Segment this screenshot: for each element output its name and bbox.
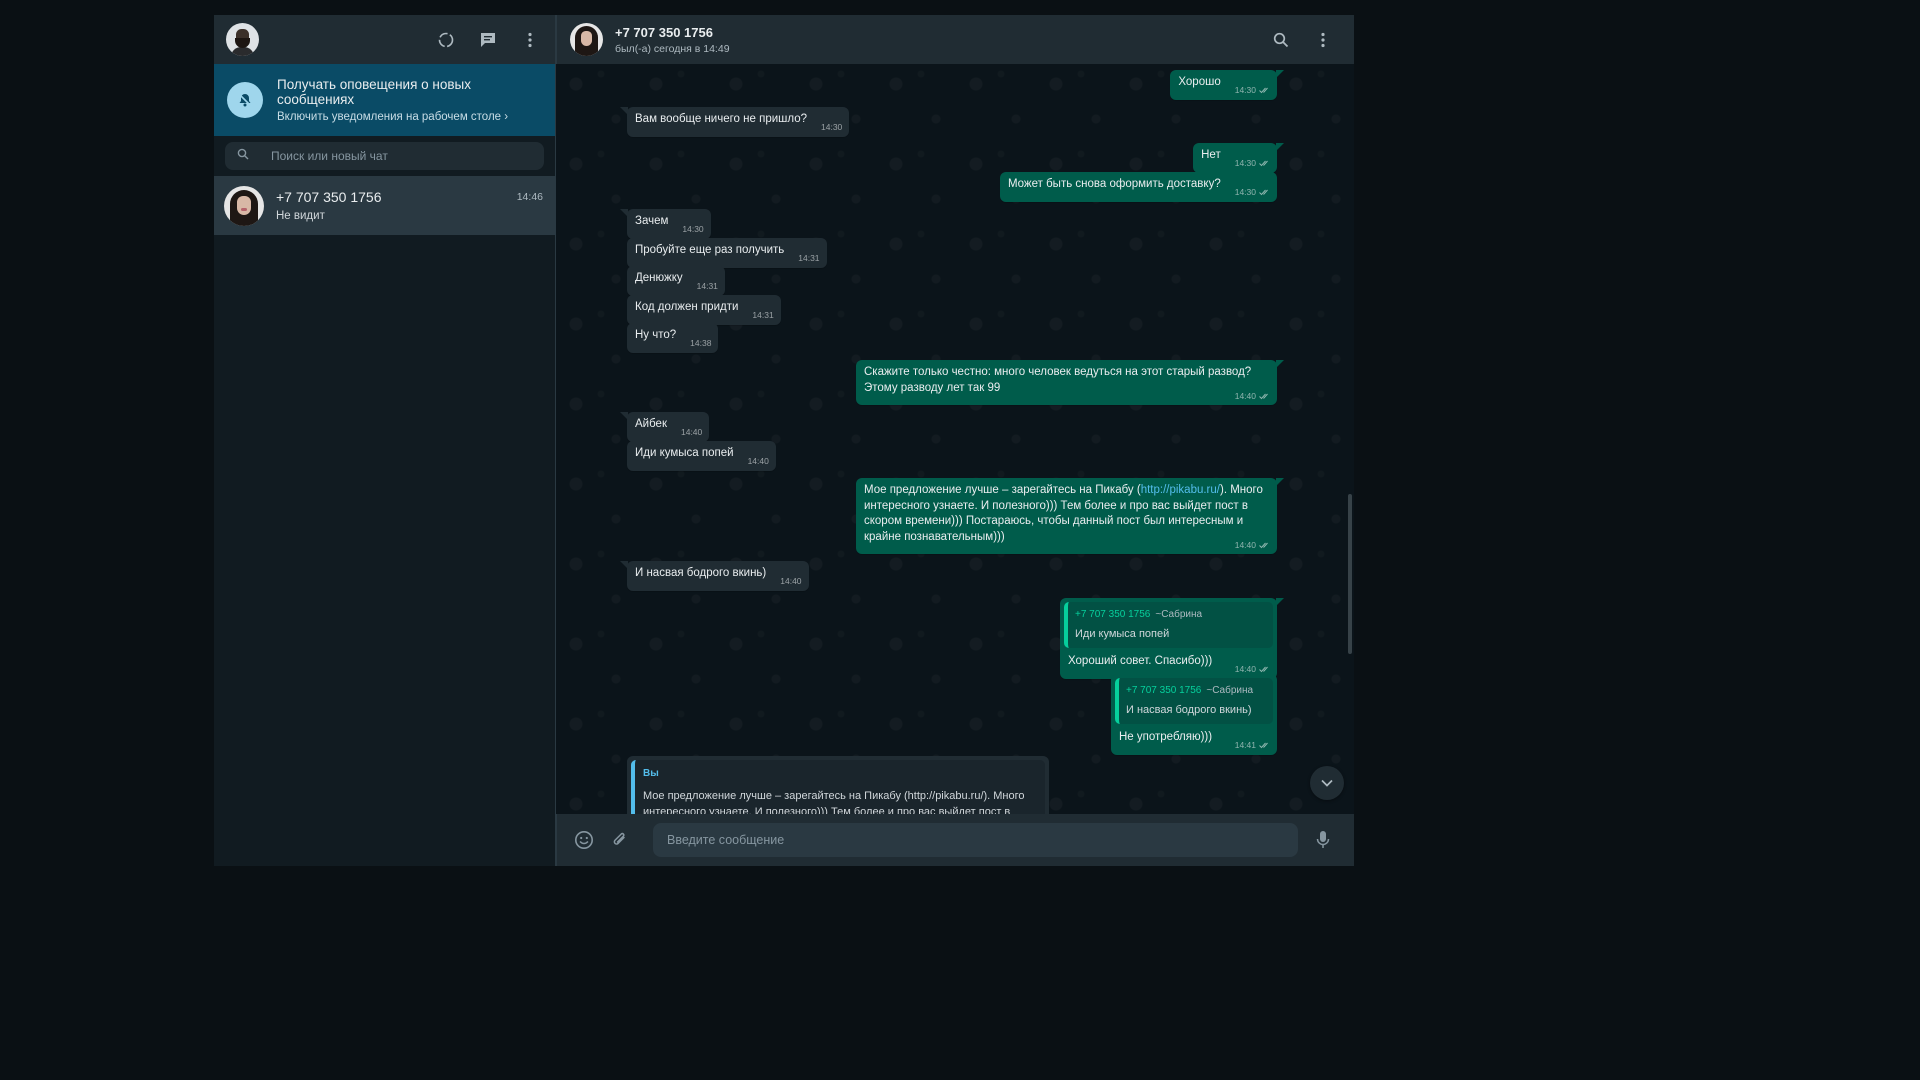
read-receipt-icon <box>1259 87 1268 94</box>
message-incoming[interactable]: Ну что? 14:38 <box>627 323 719 353</box>
menu-icon[interactable] <box>519 29 541 51</box>
search-input[interactable] <box>271 149 511 163</box>
status-icon[interactable] <box>435 29 457 51</box>
message-incoming-reply[interactable]: Вы Мое предложение лучше – зарегайтесь н… <box>627 756 1049 814</box>
search-bar <box>214 136 555 176</box>
message-incoming[interactable]: Айбек 14:40 <box>619 412 710 442</box>
notification-title: Получать оповещения о новых сообщениях <box>277 77 471 107</box>
read-receipt-icon <box>1259 542 1268 548</box>
chat-list-item[interactable]: +7 707 350 1756 14:46 Не видит <box>214 176 555 235</box>
search-icon[interactable] <box>1270 29 1292 51</box>
message-incoming[interactable]: Зачем 14:30 <box>620 209 711 239</box>
mic-icon[interactable] <box>1312 829 1334 851</box>
chat-time: 14:46 <box>516 191 543 203</box>
message-incoming[interactable]: Денюжку 14:31 <box>627 266 725 296</box>
message-outgoing[interactable]: Мое предложение лучше – зарегайтесь на П… <box>856 478 1284 554</box>
emoji-icon[interactable] <box>573 829 595 851</box>
sidebar: Получать оповещения о новых сообщениях В… <box>214 15 556 866</box>
search-icon <box>237 147 249 165</box>
message-outgoing[interactable]: Может быть снова оформить доставку? 14:3… <box>999 172 1277 202</box>
message-outgoing[interactable]: Нет 14:30 <box>1193 143 1284 173</box>
menu-icon[interactable] <box>1312 29 1334 51</box>
my-avatar[interactable] <box>226 23 259 56</box>
new-chat-icon[interactable] <box>477 29 499 51</box>
message-list[interactable]: Хорошо 14:30 Вам вообще ничего не пришло… <box>556 64 1354 814</box>
conversation-pane: +7 707 350 1756 был(-а) сегодня в 14:49 … <box>556 15 1354 866</box>
message-input[interactable] <box>667 833 1298 847</box>
quoted-message[interactable]: +7 707 350 1756 ~Сабрина И насвая бодрого… <box>1115 678 1273 724</box>
conversation-header[interactable]: +7 707 350 1756 был(-а) сегодня в 14:49 <box>556 15 1354 64</box>
chat-last-message: Не видит <box>276 210 325 222</box>
scrollbar[interactable] <box>1348 494 1352 654</box>
message-outgoing-reply[interactable]: +7 707 350 1756 ~Сабрина Иди кумыса попей… <box>1060 598 1284 679</box>
contact-avatar <box>224 185 264 226</box>
notification-banner[interactable]: Получать оповещения о новых сообщениях В… <box>214 64 555 136</box>
quoted-message[interactable]: Вы Мое предложение лучше – зарегайтесь н… <box>631 760 1045 814</box>
message-incoming[interactable]: Пробуйте еще раз получить 14:31 <box>627 238 827 268</box>
contact-name: +7 707 350 1756 <box>615 24 713 40</box>
last-seen-status: был(-а) сегодня в 14:49 <box>615 42 730 55</box>
read-receipt-icon <box>1259 742 1268 749</box>
bell-off-icon <box>227 82 263 118</box>
message-outgoing[interactable]: Скажите только честно: много человек вед… <box>856 360 1284 405</box>
scroll-to-bottom-button[interactable] <box>1310 766 1344 800</box>
read-receipt-icon <box>1259 666 1268 673</box>
message-outgoing[interactable]: Хорошо 14:30 <box>1170 70 1284 100</box>
chevron-down-icon <box>1321 779 1333 787</box>
sidebar-header <box>214 15 555 64</box>
quoted-message[interactable]: +7 707 350 1756 ~Сабрина Иди кумыса попей <box>1064 602 1273 648</box>
message-outgoing-reply[interactable]: +7 707 350 1756 ~Сабрина И насвая бодрого… <box>1111 674 1277 755</box>
attach-icon[interactable] <box>609 829 631 851</box>
message-incoming[interactable]: И насвая бодрого вкинь) 14:40 <box>620 561 809 591</box>
message-incoming[interactable]: Вам вообще ничего не пришло? 14:30 <box>619 107 850 137</box>
message-incoming[interactable]: Иди кумыса попей 14:40 <box>627 441 776 471</box>
read-receipt-icon <box>1259 393 1268 399</box>
read-receipt-icon <box>1259 160 1268 167</box>
message-composer <box>556 814 1354 866</box>
whatsapp-window: Получать оповещения о новых сообщениях В… <box>214 15 1354 866</box>
chat-name: +7 707 350 1756 <box>276 189 382 205</box>
message-incoming[interactable]: Код должен придти 14:31 <box>627 295 781 325</box>
message-link[interactable]: http://pikabu.ru/ <box>1141 484 1220 496</box>
contact-avatar[interactable] <box>570 23 603 56</box>
notification-subtitle[interactable]: Включить уведомления на рабочем столе › <box>277 111 542 123</box>
read-receipt-icon <box>1259 189 1268 196</box>
